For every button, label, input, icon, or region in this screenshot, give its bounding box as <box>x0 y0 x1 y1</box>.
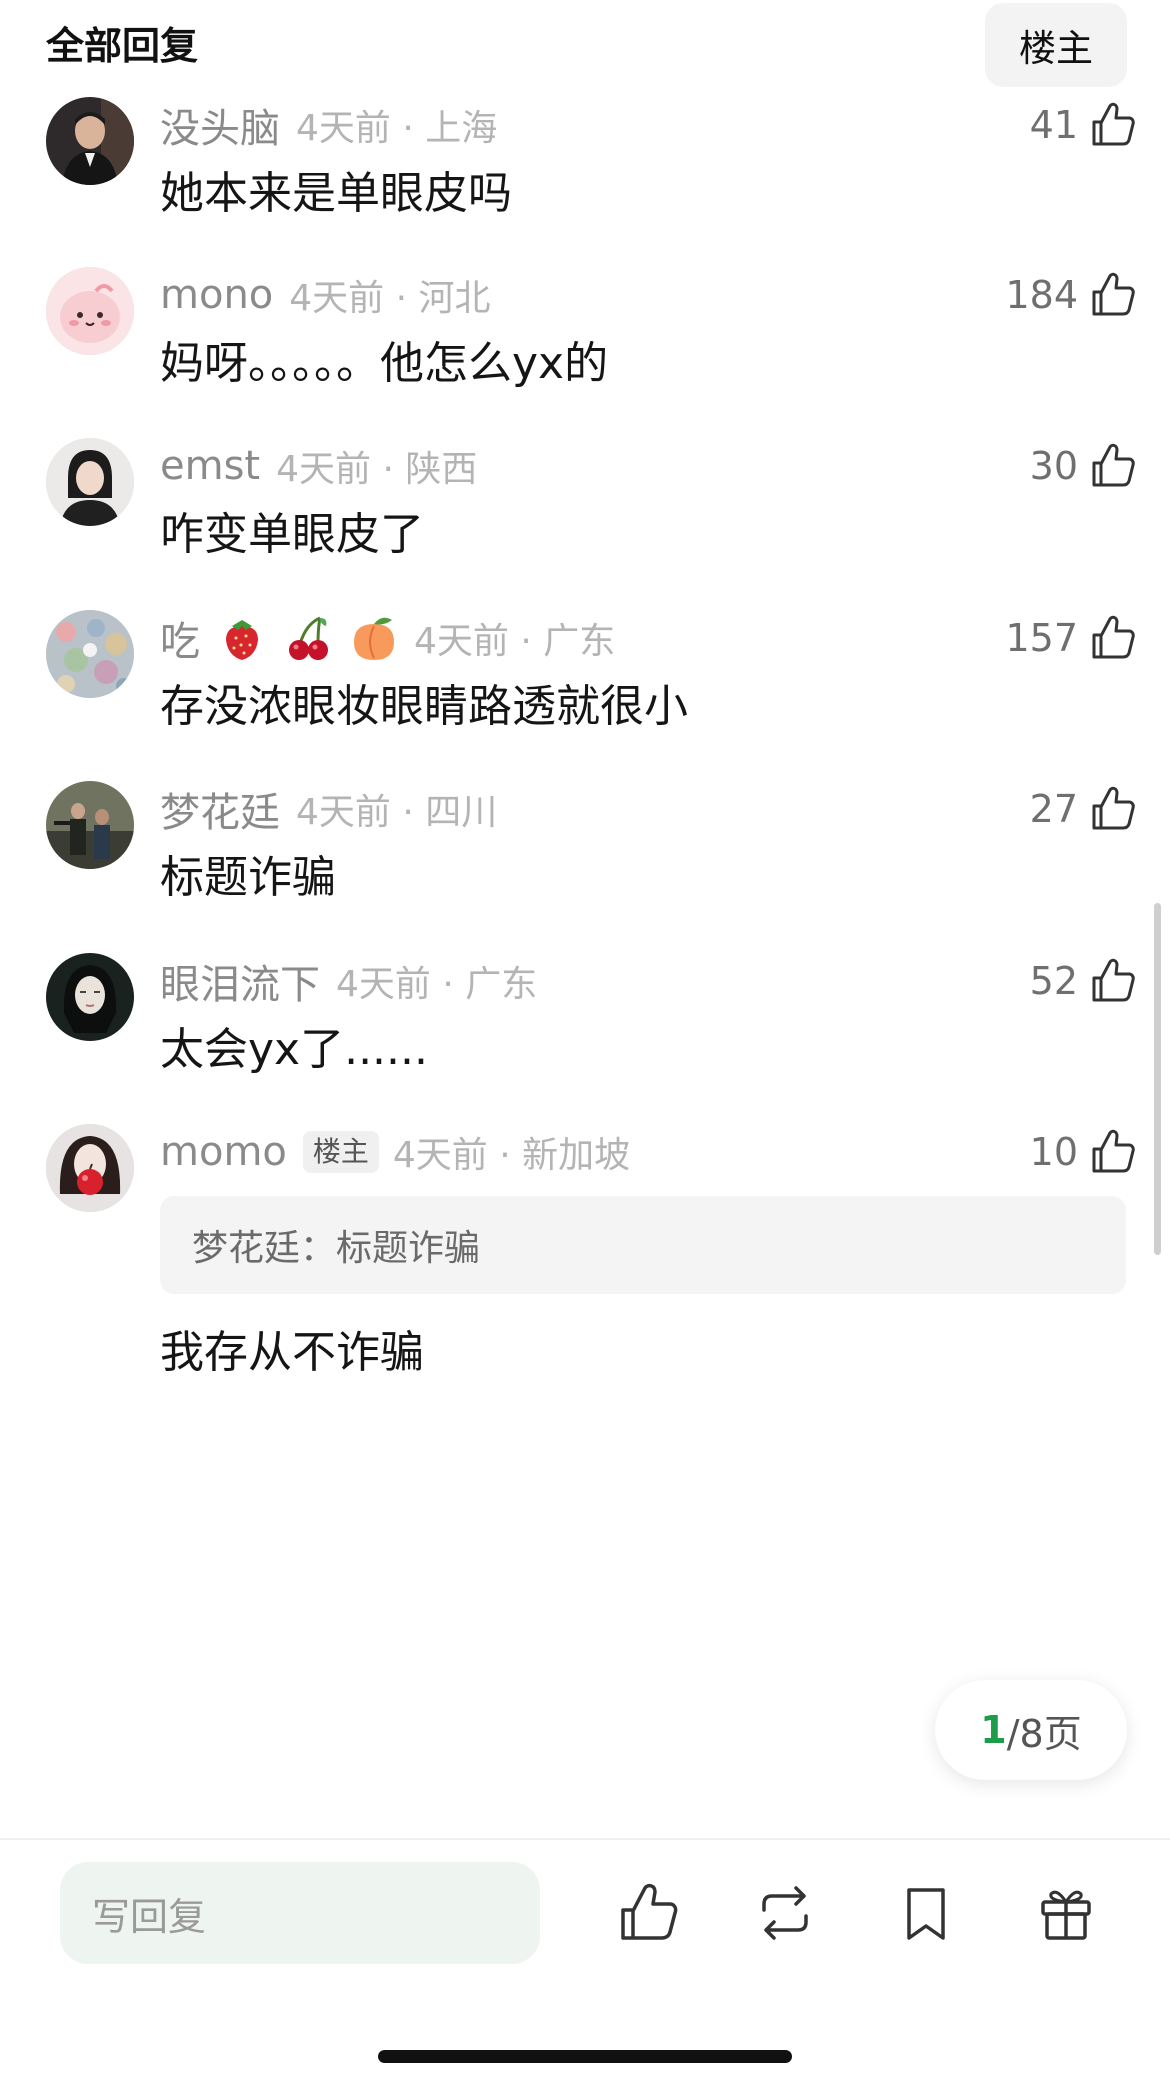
thumbs-up-icon <box>1088 441 1138 491</box>
thumbs-up-icon <box>1088 270 1138 320</box>
comment-meta: momo 楼主 4天前 · 新加坡 <box>160 1124 630 1180</box>
avatar[interactable] <box>46 1124 134 1212</box>
peach-emoji <box>354 617 394 660</box>
like-button[interactable]: 157 <box>1005 610 1138 666</box>
avatar[interactable] <box>46 953 134 1041</box>
username[interactable]: emst <box>160 443 260 489</box>
like-count: 27 <box>1029 787 1078 831</box>
thumbs-up-icon <box>1088 613 1138 663</box>
username[interactable]: 梦花廷 <box>160 780 280 838</box>
thumbs-up-icon <box>1088 956 1138 1006</box>
reply-input[interactable]: 写回复 <box>60 1862 540 1964</box>
like-count: 157 <box>1005 616 1078 660</box>
strawberry-emoji <box>226 620 258 660</box>
comment-meta: 吃 4天前 · 广东 <box>160 610 615 666</box>
username[interactable]: 吃 <box>160 609 200 667</box>
comment-meta: mono 4天前 · 河北 <box>160 267 491 323</box>
like-button[interactable]: 184 <box>1005 267 1138 323</box>
home-indicator <box>378 2050 792 2063</box>
cherries-emoji <box>289 616 328 660</box>
bottom-action-bar: 写回复 <box>0 1838 1170 2087</box>
quoted-reply-text: 梦花廷：标题诈骗 <box>192 1228 481 1269</box>
thumbs-up-icon <box>1088 784 1138 834</box>
all-replies-title: 全部回复 <box>46 24 199 68</box>
like-count: 52 <box>1029 959 1078 1003</box>
comment-meta: emst 4天前 · 陕西 <box>160 438 477 494</box>
like-count: 30 <box>1029 444 1078 488</box>
avatar[interactable] <box>46 610 134 698</box>
like-count: 10 <box>1029 1130 1078 1174</box>
comment-text: 标题诈骗 <box>160 852 336 903</box>
username[interactable]: 没头脑 <box>160 96 280 154</box>
time-location: 4天前 · 上海 <box>296 108 498 149</box>
comment-text: 太会yx了...... <box>160 1024 428 1075</box>
username[interactable]: mono <box>160 272 273 318</box>
op-only-filter-button[interactable]: 楼主 <box>985 3 1127 87</box>
like-button[interactable]: 30 <box>1030 438 1138 494</box>
comment-text: 她本来是单眼皮吗 <box>160 168 512 219</box>
like-button[interactable]: 41 <box>1030 97 1138 153</box>
comment-text: 妈呀。。。。。他怎么yx的 <box>160 338 609 389</box>
gift-icon[interactable] <box>1033 1880 1099 1946</box>
time-location: 4天前 · 河北 <box>289 278 491 319</box>
thumbs-up-icon <box>1088 100 1138 150</box>
time-location: 4天前 · 陕西 <box>276 449 478 490</box>
scrollbar[interactable] <box>1154 903 1161 1255</box>
like-button[interactable]: 10 <box>1030 1124 1138 1180</box>
page-indicator-button[interactable]: 1 /8页 <box>935 1680 1127 1780</box>
comment-meta: 梦花廷 4天前 · 四川 <box>160 781 497 837</box>
current-page: 1 <box>980 1708 1007 1752</box>
like-button[interactable]: 52 <box>1030 953 1138 1009</box>
avatar[interactable] <box>46 267 134 355</box>
username[interactable]: 眼泪流下 <box>160 952 320 1010</box>
comment-meta: 没头脑 4天前 · 上海 <box>160 97 497 153</box>
thumbs-up-icon <box>1088 1127 1138 1177</box>
like-button[interactable]: 27 <box>1030 781 1138 837</box>
time-location: 4天前 · 广东 <box>414 621 616 662</box>
quoted-reply[interactable]: 梦花廷：标题诈骗 <box>160 1196 1126 1294</box>
comment-meta: 眼泪流下 4天前 · 广东 <box>160 953 537 1009</box>
comment-text: 存没浓眼妆眼睛路透就很小 <box>160 681 688 732</box>
like-icon[interactable] <box>615 1880 681 1946</box>
op-badge: 楼主 <box>302 1131 379 1173</box>
avatar[interactable] <box>46 781 134 869</box>
bookmark-icon[interactable] <box>893 1880 959 1946</box>
total-pages: /8页 <box>1006 1711 1082 1756</box>
time-location: 4天前 · 广东 <box>336 964 538 1005</box>
comments-header: 全部回复 楼主 <box>0 0 1170 100</box>
reply-placeholder: 写回复 <box>92 1894 207 1939</box>
time-location: 4天前 · 新加坡 <box>392 1135 631 1176</box>
time-location: 4天前 · 四川 <box>296 792 498 833</box>
like-count: 41 <box>1029 103 1078 147</box>
avatar[interactable] <box>46 97 134 185</box>
avatar[interactable] <box>46 438 134 526</box>
repost-icon[interactable] <box>752 1880 818 1946</box>
username[interactable]: momo <box>160 1129 287 1175</box>
comment-text: 我存从不诈骗 <box>160 1327 424 1378</box>
like-count: 184 <box>1005 273 1078 317</box>
comment-text: 咋变单眼皮了 <box>160 509 424 560</box>
